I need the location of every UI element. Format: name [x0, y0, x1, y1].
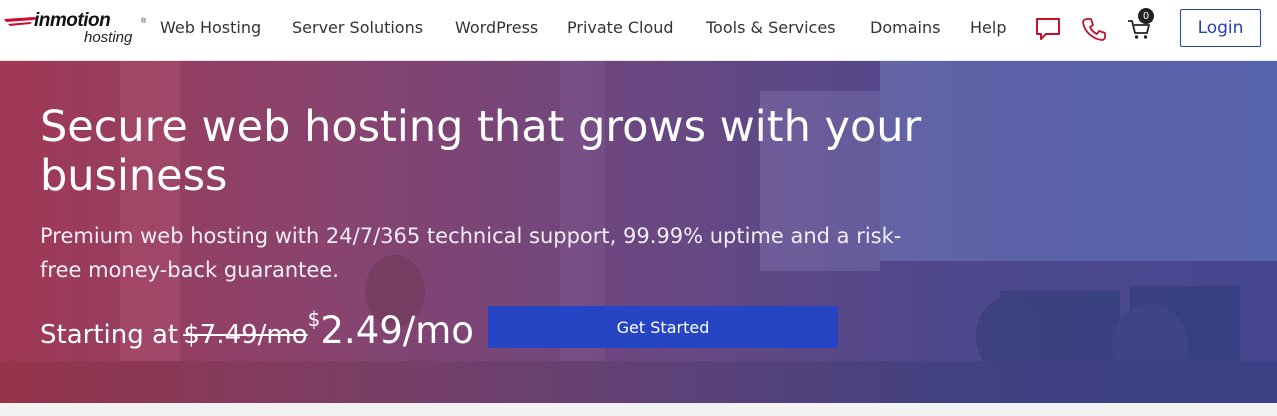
- login-button[interactable]: Login: [1180, 9, 1261, 47]
- nav-item-server-solutions[interactable]: Server Solutions: [292, 18, 423, 37]
- nav-item-private-cloud[interactable]: Private Cloud: [567, 18, 674, 37]
- nav-item-help[interactable]: Help: [970, 18, 1006, 37]
- hero-banner: Secure web hosting that grows with your …: [0, 61, 1277, 403]
- hero-subtitle: Premium web hosting with 24/7/365 techni…: [40, 224, 902, 282]
- logo-sub-text: hosting: [84, 29, 133, 46]
- starting-at-label: Starting at: [40, 320, 179, 350]
- chat-icon: [1036, 18, 1060, 40]
- cart-count-badge: 0: [1138, 8, 1154, 24]
- currency-symbol: $: [307, 307, 321, 331]
- nav-item-domains[interactable]: Domains: [870, 18, 940, 37]
- top-navigation: inmotion ® hosting Web Hosting Server So…: [0, 0, 1277, 61]
- nav-item-wordpress[interactable]: WordPress: [455, 18, 538, 37]
- nav-item-web-hosting[interactable]: Web Hosting: [160, 18, 261, 37]
- new-price: 2.49/mo: [320, 309, 474, 352]
- inmotion-hosting-logo[interactable]: inmotion ® hosting: [4, 8, 146, 50]
- logo-swoosh-icon: [4, 17, 38, 26]
- chat-button[interactable]: [1033, 14, 1063, 44]
- nav-item-tools-services[interactable]: Tools & Services: [706, 18, 836, 37]
- logo-registered-mark: ®: [141, 18, 147, 25]
- old-price: $7.49/mo: [183, 320, 308, 350]
- phone-button[interactable]: [1079, 14, 1109, 44]
- phone-icon: [1082, 18, 1106, 41]
- pricing-line: Starting at $7.49/mo$2.49/mo: [40, 307, 474, 352]
- get-started-button[interactable]: Get Started: [488, 306, 838, 348]
- hero-title: Secure web hosting that grows with your …: [40, 102, 922, 201]
